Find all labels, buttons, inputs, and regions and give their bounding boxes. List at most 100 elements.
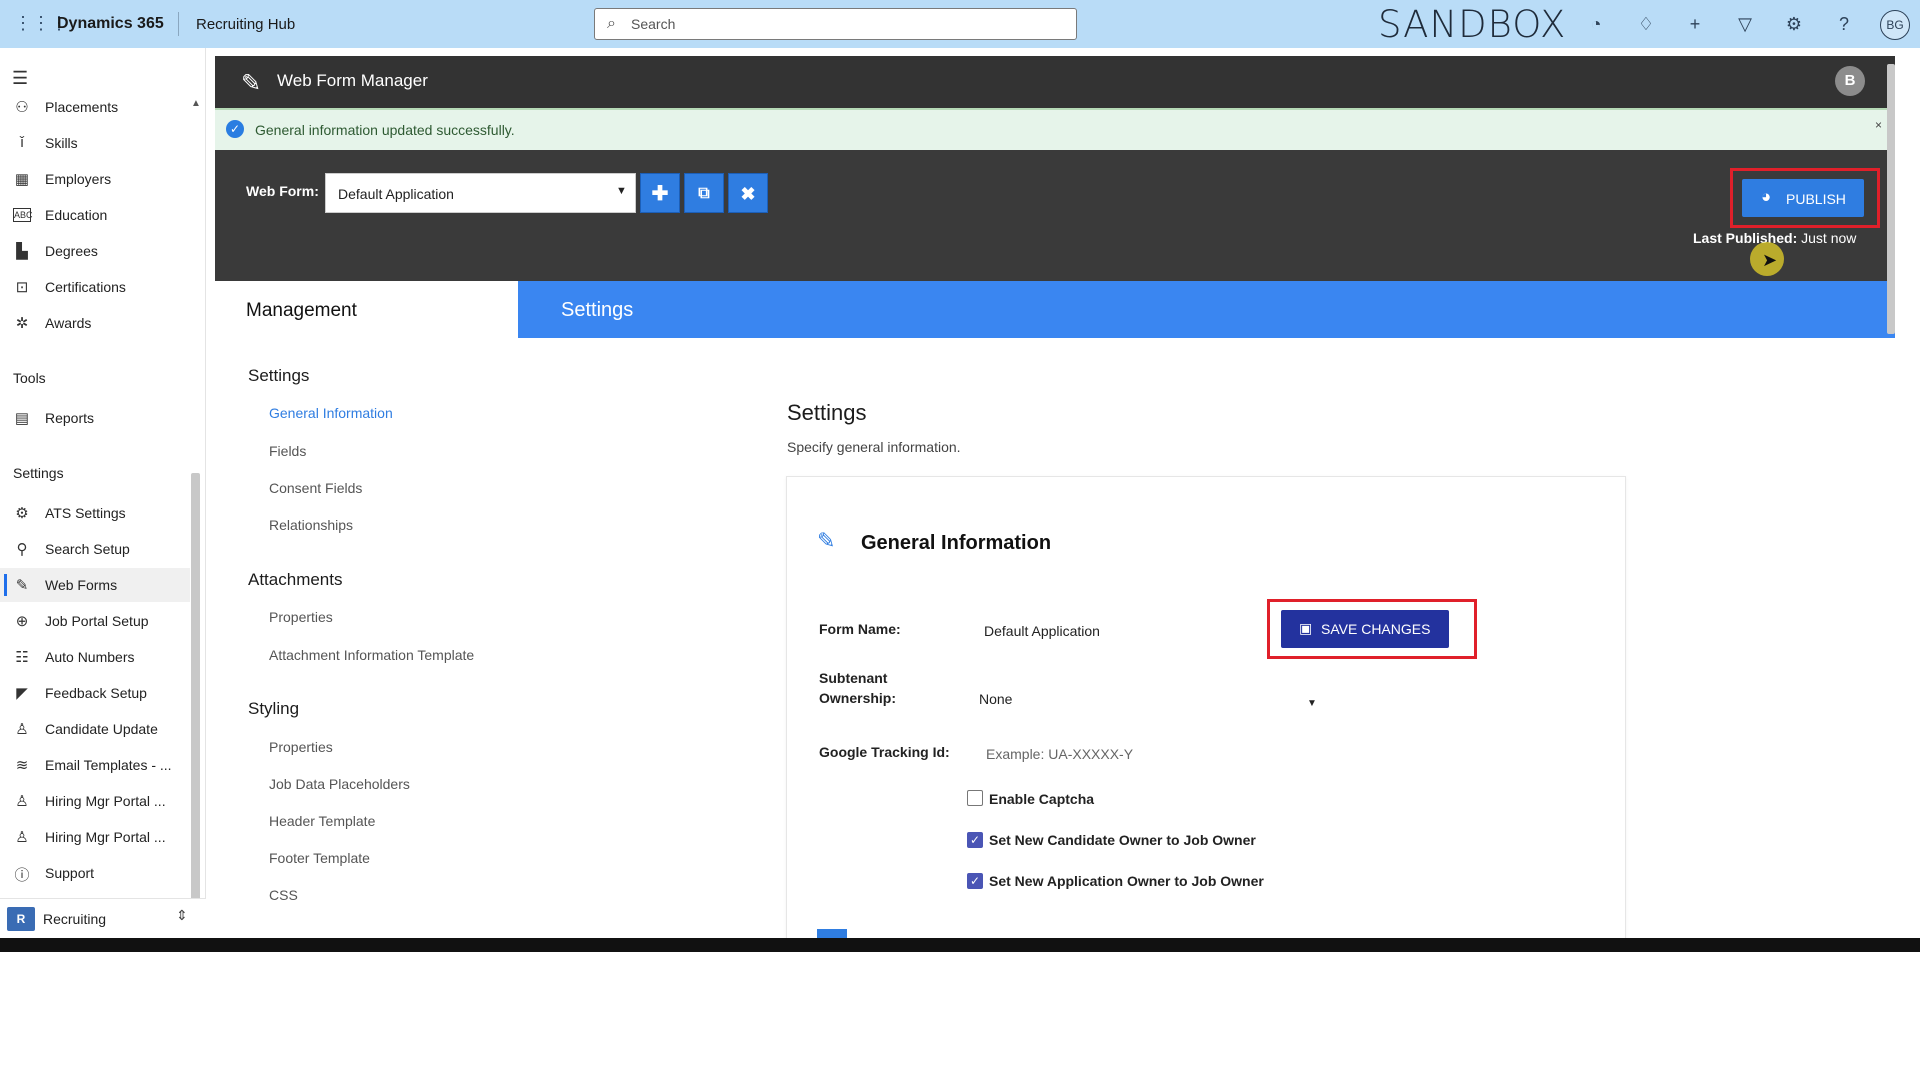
nav-item-search-setup[interactable]: ⚲ Search Setup <box>0 532 190 566</box>
nav-item-hiring-mgr-portal-2[interactable]: ♙ Hiring Mgr Portal ... <box>0 820 190 854</box>
google-tracking-input[interactable] <box>984 744 1284 764</box>
search-setup-icon: ⚲ <box>16 541 28 558</box>
nav-label: Auto Numbers <box>45 649 135 665</box>
chevron-up-down-icon[interactable]: ⇕ <box>176 907 188 924</box>
main-scrollbar[interactable] <box>1887 64 1895 334</box>
nav-item-certifications[interactable]: ⊡ Certifications <box>0 270 190 304</box>
side-link-job-data-placeholders[interactable]: Job Data Placeholders <box>269 776 410 792</box>
app-launcher-icon[interactable]: ⋮⋮⋮ <box>14 13 68 33</box>
side-link-relationships[interactable]: Relationships <box>269 517 353 533</box>
education-icon: ABC <box>13 208 33 222</box>
close-icon[interactable]: × <box>1875 118 1882 132</box>
global-search[interactable]: ⌕ <box>594 8 1077 40</box>
tab-management-label: Management <box>246 300 357 321</box>
nav-item-degrees[interactable]: ▙ Degrees <box>0 234 190 268</box>
candidate-owner-label: Set New Candidate Owner to Job Owner <box>989 832 1256 848</box>
application-owner-checkbox[interactable]: ✓ <box>967 873 983 889</box>
candidate-owner-checkbox[interactable]: ✓ <box>967 832 983 848</box>
side-link-attachment-information-template[interactable]: Attachment Information Template <box>269 647 474 663</box>
side-link-general-information[interactable]: General Information <box>269 405 393 421</box>
content-title: Settings <box>787 400 867 425</box>
reports-icon: ▤ <box>14 410 30 427</box>
top-bar: ⋮⋮⋮ Dynamics 365 Recruiting Hub ⌕ SANDBO… <box>0 0 1920 48</box>
nav-item-awards[interactable]: ✲ Awards <box>0 306 190 340</box>
nav-item-reports[interactable]: ▤ Reports <box>0 401 190 435</box>
copy-form-button[interactable]: ⧉ <box>684 173 724 213</box>
web-form-toolbar: Web Form: Default Application ▼ ✚ ⧉ ✖ ◕ … <box>215 150 1895 281</box>
certifications-icon: ⊡ <box>15 279 29 296</box>
last-published-value: Just now <box>1801 230 1857 246</box>
user-avatar[interactable]: BG <box>1880 10 1910 40</box>
hamburger-menu-icon[interactable]: ☰ <box>12 68 28 89</box>
add-form-button[interactable]: ✚ <box>640 173 680 213</box>
nav-label: Candidate Update <box>45 721 158 737</box>
task-check-icon[interactable]: ◔ <box>1584 12 1608 36</box>
nav-item-auto-numbers[interactable]: ☷ Auto Numbers <box>0 640 190 674</box>
gear-icon[interactable]: ⚙ <box>1782 12 1806 36</box>
enable-captcha-checkbox[interactable] <box>967 790 983 806</box>
area-label: Recruiting <box>43 911 107 927</box>
side-link-fields[interactable]: Fields <box>269 443 306 459</box>
nav-item-employers[interactable]: ▦ Employers <box>0 162 190 196</box>
nav-label: ATS Settings <box>45 505 126 521</box>
skills-icon: ǐ <box>20 134 24 151</box>
help-icon: ⓘ <box>14 867 30 884</box>
side-link-header-template[interactable]: Header Template <box>269 813 375 829</box>
area-switcher[interactable]: R Recruiting ⇕ <box>0 898 206 938</box>
nav-item-hiring-mgr-portal-1[interactable]: ♙ Hiring Mgr Portal ... <box>0 784 190 818</box>
subtenant-ownership-select[interactable]: None <box>979 691 1012 707</box>
nav-item-skills[interactable]: ǐ Skills <box>0 126 190 160</box>
user-badge[interactable]: B <box>1835 66 1865 96</box>
google-tracking-label: Google Tracking Id: <box>819 744 950 760</box>
plus-icon[interactable]: + <box>1683 12 1707 36</box>
nav-label: Email Templates - ... <box>45 757 172 773</box>
tab-management[interactable]: Management <box>215 281 518 338</box>
save-changes-button[interactable]: ▣ SAVE CHANGES <box>1281 610 1449 648</box>
nav-label: Employers <box>45 171 112 187</box>
nav-item-ats-settings[interactable]: ⚙ ATS Settings <box>0 496 190 530</box>
nav-scrollbar[interactable] <box>191 473 200 928</box>
side-link-attachment-properties[interactable]: Properties <box>269 609 333 625</box>
awards-icon: ✲ <box>15 315 29 332</box>
person-icon: ♙ <box>15 793 29 810</box>
enable-captcha-label: Enable Captcha <box>989 791 1095 807</box>
side-link-footer-template[interactable]: Footer Template <box>269 850 370 866</box>
candidate-update-icon: ♙ <box>15 721 29 738</box>
nav-item-email-templates[interactable]: ≋ Email Templates - ... <box>0 748 190 782</box>
web-form-label: Web Form: <box>246 183 319 199</box>
person-icon: ♙ <box>15 829 29 846</box>
delete-form-button[interactable]: ✖ <box>728 173 768 213</box>
app-title[interactable]: Dynamics 365 <box>57 15 164 33</box>
nav-item-web-forms[interactable]: ✎ Web Forms <box>0 568 190 602</box>
caret-down-icon[interactable]: ▼ <box>1307 698 1317 709</box>
floppy-disk-icon: ▣ <box>1299 620 1313 636</box>
left-navigation: ☰ ⚇ Placements ▲ ǐ Skills ▦ Employers AB… <box>0 48 206 938</box>
form-name-value[interactable]: Default Application <box>984 623 1100 639</box>
nav-item-candidate-update[interactable]: ♙ Candidate Update <box>0 712 190 746</box>
card-title: General Information <box>861 532 1052 554</box>
nav-label: Search Setup <box>45 541 130 557</box>
wfm-title: Web Form Manager <box>277 71 428 90</box>
nav-item-placements[interactable]: ⚇ Placements ▲ <box>0 90 201 124</box>
side-section-styling: Styling <box>248 699 300 718</box>
lightbulb-icon[interactable]: ♢ <box>1634 12 1658 36</box>
area-badge: R <box>7 907 35 931</box>
nav-label: Web Forms <box>45 577 118 593</box>
web-form-select[interactable]: Default Application ▼ <box>325 173 636 213</box>
tab-settings[interactable]: Settings <box>518 281 1895 338</box>
nav-item-education[interactable]: ABC Education <box>0 198 190 232</box>
scroll-up-icon[interactable]: ▲ <box>191 98 201 109</box>
side-link-styling-properties[interactable]: Properties <box>269 739 333 755</box>
side-link-css[interactable]: CSS <box>269 887 298 903</box>
side-link-consent-fields[interactable]: Consent Fields <box>269 480 362 496</box>
hub-title[interactable]: Recruiting Hub <box>196 16 295 33</box>
nav-item-job-portal-setup[interactable]: ⊕ Job Portal Setup <box>0 604 190 638</box>
filter-icon[interactable]: ▽ <box>1733 12 1757 36</box>
nav-item-support[interactable]: ⓘ Support <box>0 856 190 890</box>
publish-button[interactable]: ◕ PUBLISH <box>1742 179 1864 217</box>
nav-label: Feedback Setup <box>45 685 147 701</box>
help-icon[interactable]: ? <box>1832 12 1856 36</box>
nav-item-feedback-setup[interactable]: ◤ Feedback Setup <box>0 676 190 710</box>
next-section-icon <box>817 929 847 938</box>
search-input[interactable] <box>629 14 1059 34</box>
